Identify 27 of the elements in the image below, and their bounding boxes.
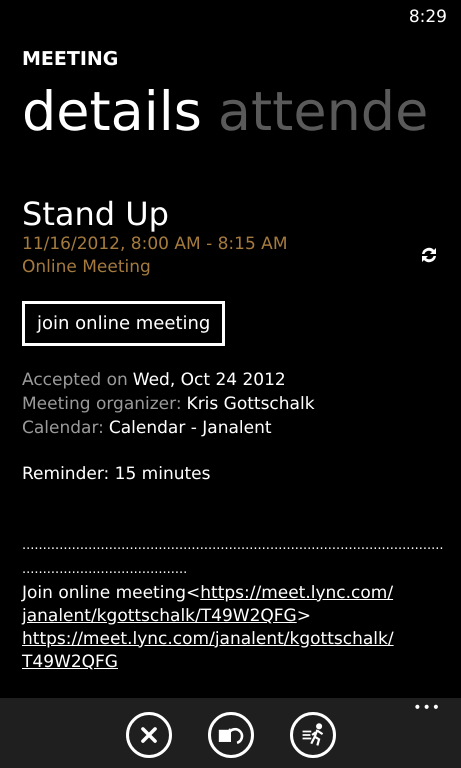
detail-label: Calendar:	[22, 417, 104, 440]
join-meeting-button[interactable]: join online meeting	[22, 301, 226, 346]
sync-icon	[419, 245, 439, 265]
detail-label: Meeting organizer:	[22, 393, 182, 416]
body-text: >	[296, 604, 311, 628]
dotted-line: ......................................................................................................	[22, 536, 444, 554]
meeting-link[interactable]: https://meet.lync.com/janalent/kgottschalk/	[22, 628, 394, 650]
detail-value: Wed, Oct 24 2012	[132, 369, 286, 392]
detail-label: Accepted on	[22, 369, 128, 392]
app-title: MEETING	[22, 50, 120, 69]
meeting-link[interactable]: janalent/kgottschalk/T49W2QFG	[22, 604, 297, 628]
pivot-tab[interactable]: details	[22, 77, 202, 147]
calendar-reply-button[interactable]	[208, 712, 254, 758]
running-person-button[interactable]	[290, 712, 336, 758]
detail-value: Calendar - Janalent	[108, 417, 272, 440]
meeting-location: Online Meeting	[22, 256, 152, 279]
more-button[interactable]: •••	[413, 698, 441, 719]
meeting-title: Stand Up	[22, 195, 170, 233]
meeting-time: 11/16/2012, 8:00 AM - 8:15 AM	[22, 233, 288, 256]
detail-value: Kris Gottschalk	[186, 393, 315, 416]
meeting-link[interactable]: https://meet.lync.com/	[200, 582, 394, 604]
clock-time: 8:29	[408, 6, 447, 30]
dotted-line: ........................................	[22, 560, 188, 578]
meeting-link[interactable]: T49W2QFG	[22, 650, 118, 674]
close-button[interactable]	[126, 712, 172, 758]
body-text: Join online meeting<	[22, 582, 200, 604]
reminder-text: Reminder: 15 minutes	[22, 463, 212, 486]
